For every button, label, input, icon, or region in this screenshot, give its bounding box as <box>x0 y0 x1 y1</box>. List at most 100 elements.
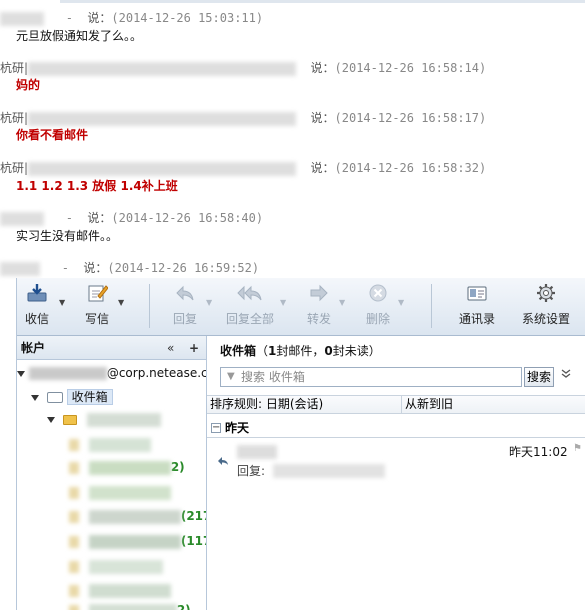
folder-summary: 收件箱（1封邮件，0封未读） <box>220 342 381 359</box>
search-dropdown-icon[interactable]: ▼ <box>227 368 235 386</box>
subfolder[interactable] <box>69 482 171 502</box>
compose-dropdown-icon[interactable]: ▼ <box>118 298 124 307</box>
expand-triangle-icon <box>47 416 55 423</box>
search-button[interactable]: 搜索 <box>524 367 554 387</box>
inbox-tray-icon <box>46 392 63 403</box>
folder-icon <box>62 414 77 425</box>
account-node[interactable]: @corp.netease.c <box>17 363 207 383</box>
reply-all-dropdown-icon[interactable]: ▼ <box>280 298 286 307</box>
subfolder[interactable]: 2) <box>69 457 185 477</box>
subfolder[interactable] <box>69 556 163 576</box>
search-input[interactable]: ▼ 搜索 收件箱 <box>220 367 522 387</box>
msg-time: (2014-12-26 16:58:40) <box>111 211 264 225</box>
sender-blur <box>0 211 44 226</box>
sort-order[interactable]: 从新到旧 <box>401 396 453 413</box>
mail-client: 收信 ▼ 写信 ▼ 回复 ▼ 回复全部 ▼ 转发 ▼ 删除 ▼ 通讯录 系统设置… <box>16 278 585 610</box>
toolbar-divider <box>149 284 150 328</box>
compose-pencil-icon <box>79 282 115 308</box>
msg-time: (2014-12-26 16:58:32) <box>334 161 487 175</box>
mail-toolbar: 收信 ▼ 写信 ▼ 回复 ▼ 回复全部 ▼ 转发 ▼ 删除 ▼ 通讯录 系统设置 <box>17 278 585 336</box>
sender-name: 杭研| <box>0 61 29 75</box>
say-label: 说： <box>310 61 335 75</box>
message-list-pane: 收件箱（1封邮件，0封未读） ▼ 搜索 收件箱 搜索 排序规则: 日期(会话) … <box>207 336 585 610</box>
chat-msg-text: 妈的 <box>16 78 41 92</box>
chat-msg-header: 杭研| 说：(2014-12-26 16:58:32) <box>0 159 487 176</box>
chat-msg-header: 杭研| 说：(2014-12-26 16:58:17) <box>0 109 487 126</box>
message-row[interactable]: 昨天11:02 ⚑ 回复: <box>207 442 585 482</box>
sender-name: 杭研| <box>0 111 29 125</box>
sender-blur <box>28 61 297 76</box>
folder-name-blur <box>88 603 177 610</box>
folder-icon <box>69 461 79 474</box>
expand-triangle-icon <box>17 370 25 377</box>
flag-icon[interactable]: ⚑ <box>573 443 582 454</box>
subfolder-root[interactable] <box>47 409 161 429</box>
sort-bar: 排序规则: 日期(会话) 从新到旧 <box>207 395 585 414</box>
receive-label: 收信 <box>24 312 49 326</box>
chat-msg-header: 杭研| 说：(2014-12-26 16:58:14) <box>0 59 487 76</box>
compose-button[interactable]: 写信 <box>79 282 115 332</box>
say-label: 说： <box>87 11 112 25</box>
search-placeholder: 搜索 收件箱 <box>241 370 305 384</box>
add-account-button[interactable]: + <box>189 336 199 360</box>
chat-msg-text: 元旦放假通知发了么。。 <box>16 29 143 43</box>
sender-blur <box>237 445 277 459</box>
subfolder[interactable] <box>69 580 171 600</box>
chat-msg-header: - 说：(2014-12-26 15:03:11) <box>0 9 264 26</box>
collapse-sidebar-button[interactable]: « <box>167 336 174 360</box>
chat-msg-header: - 说：(2014-12-26 16:58:40) <box>0 209 264 226</box>
subfolder[interactable]: (217 <box>69 506 206 526</box>
subject-blur <box>273 464 385 478</box>
folder-name-blur <box>88 534 181 549</box>
collapse-group-icon[interactable]: − <box>211 423 221 433</box>
date-group-header[interactable]: − 昨天 <box>207 418 585 438</box>
compose-label: 写信 <box>84 312 109 326</box>
forward-label: 转发 <box>306 312 331 326</box>
subfolder[interactable] <box>69 434 151 454</box>
sender-blur <box>0 11 44 26</box>
total-unit: 封邮件， <box>276 344 325 358</box>
toolbar-divider <box>431 284 432 328</box>
chat-msg-text: 你看不看邮件 <box>16 128 89 142</box>
say-label: 说： <box>83 261 108 275</box>
account-email-suffix: @corp.netease.c <box>106 366 207 380</box>
subfolder[interactable]: 2) <box>69 600 191 610</box>
settings-button[interactable]: 系统设置 <box>517 282 575 332</box>
reply-button[interactable]: 回复 <box>167 282 203 332</box>
msg-time: (2014-12-26 15:03:11) <box>111 11 264 25</box>
folder-icon <box>69 486 79 499</box>
chat-msg-text: 1.1 1.2 1.3 放假 1.4补上班 <box>16 179 178 193</box>
inbox-folder[interactable]: 收件箱 <box>31 387 113 407</box>
say-label: 说： <box>310 161 335 175</box>
delete-dropdown-icon[interactable]: ▼ <box>398 298 404 307</box>
subfolder[interactable]: (117 <box>69 531 206 551</box>
chat-top-border <box>0 0 585 3</box>
receive-dropdown-icon[interactable]: ▼ <box>59 298 65 307</box>
unread-count: 0 <box>324 344 333 358</box>
contacts-button[interactable]: 通讯录 <box>455 282 499 332</box>
inbox-download-icon <box>19 282 55 308</box>
reply-arrow-icon <box>167 282 203 308</box>
msg-time: (2014-12-26 16:58:17) <box>334 111 487 125</box>
say-label: 说： <box>87 211 112 225</box>
folder-icon <box>69 510 79 523</box>
expand-triangle-icon <box>31 394 39 401</box>
folder-name-blur <box>88 437 151 452</box>
chevron-down-icon[interactable] <box>561 369 571 382</box>
forward-dropdown-icon[interactable]: ▼ <box>339 298 345 307</box>
inbox-label: 收件箱 <box>66 389 113 405</box>
summary-open: （ <box>256 344 269 358</box>
receive-button[interactable]: 收信 <box>19 282 55 332</box>
reply-dropdown-icon[interactable]: ▼ <box>206 298 212 307</box>
delete-button[interactable]: 删除 <box>360 282 396 332</box>
sort-rule[interactable]: 排序规则: 日期(会话) <box>210 396 323 413</box>
folder-title: 收件箱 <box>220 344 257 358</box>
reply-all-button[interactable]: 回复全部 <box>224 282 276 332</box>
sidebar-header: 帐户 « + <box>17 336 206 360</box>
sidebar-title: 帐户 <box>21 341 46 355</box>
forward-button[interactable]: 转发 <box>301 282 337 332</box>
msg-time: (2014-12-26 16:58:14) <box>334 61 487 75</box>
chat-msg-header: - 说：(2014-12-26 16:59:52) <box>0 259 259 276</box>
chat-msg-text: 实习生没有邮件。。 <box>16 229 119 243</box>
folder-name-blur <box>88 583 171 598</box>
